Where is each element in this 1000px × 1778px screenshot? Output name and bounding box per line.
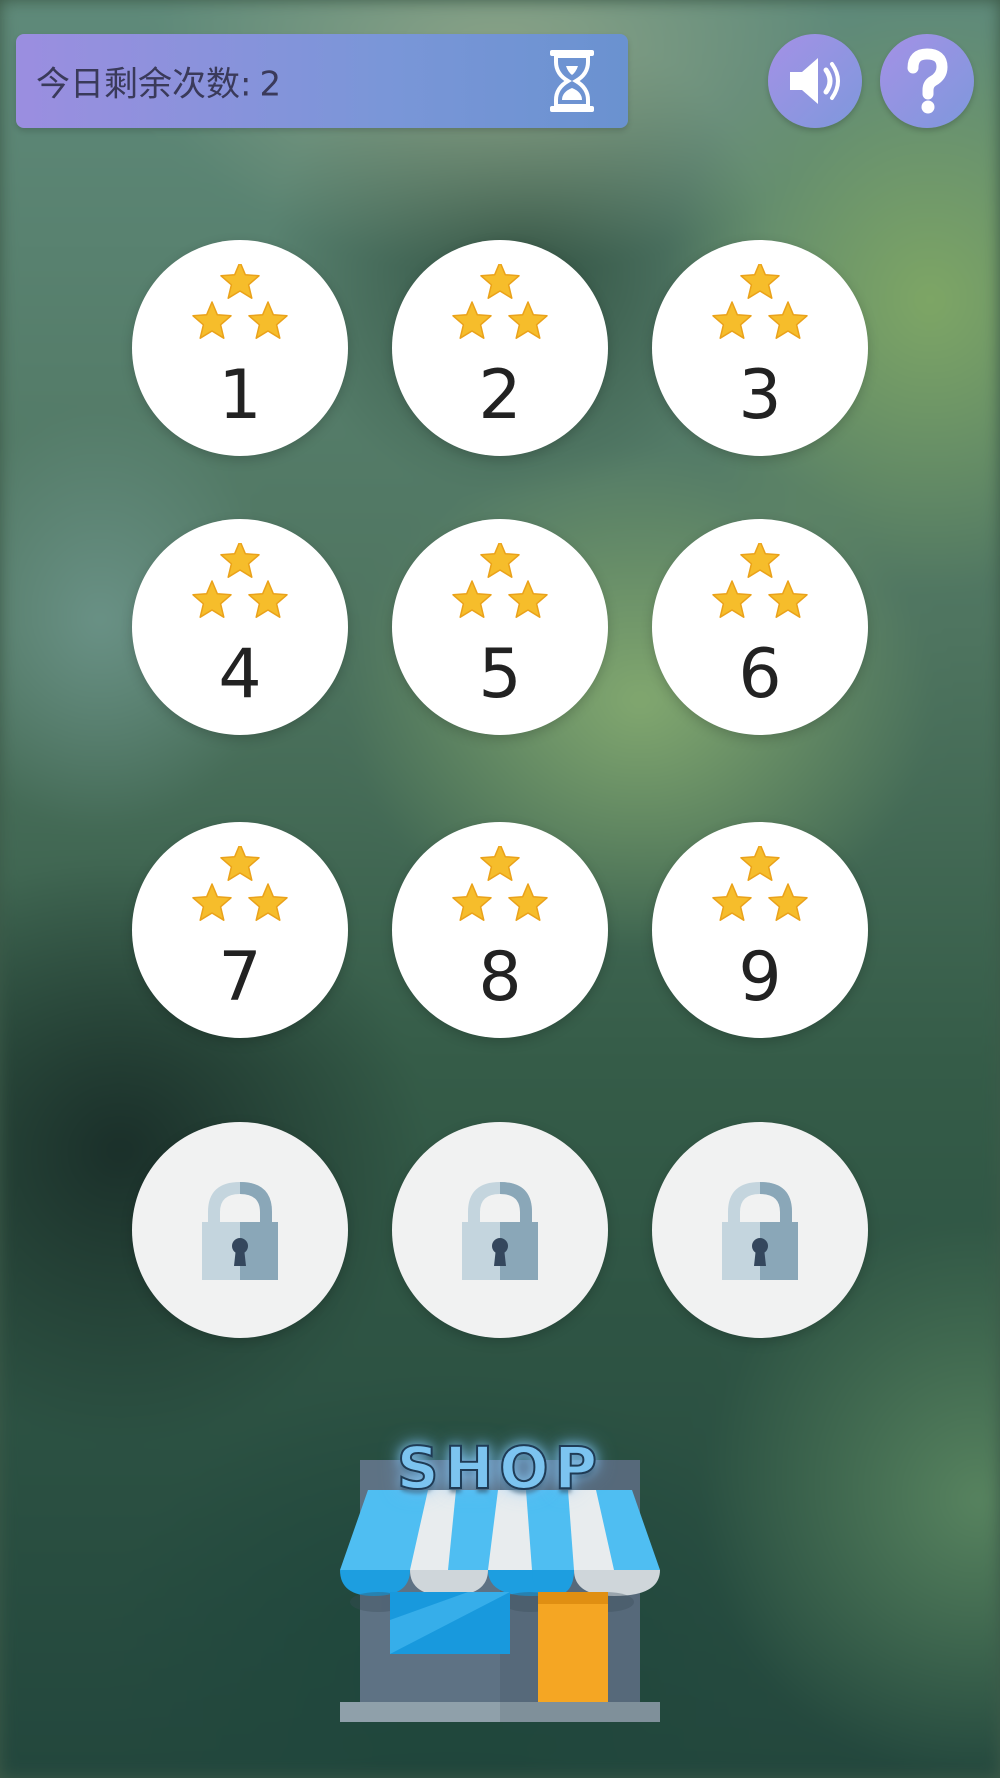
level-button-7[interactable]: 7 xyxy=(132,822,348,1038)
level-button-3[interactable]: 3 xyxy=(652,240,868,456)
sound-toggle-button[interactable] xyxy=(768,34,862,128)
level-button-9[interactable]: 9 xyxy=(652,822,868,1038)
star-icon xyxy=(712,580,752,618)
hourglass-icon xyxy=(550,50,594,112)
three-stars-rating xyxy=(192,543,288,618)
padlock-icon xyxy=(202,1182,278,1280)
three-stars-rating xyxy=(192,264,288,339)
three-stars-rating xyxy=(712,846,808,921)
padlock-icon xyxy=(462,1182,538,1280)
shop-sign-text: SHOP xyxy=(396,1433,604,1503)
level-button-1[interactable]: 1 xyxy=(132,240,348,456)
star-icon xyxy=(480,846,520,881)
three-stars-rating xyxy=(192,846,288,921)
star-icon xyxy=(192,301,232,339)
star-icon xyxy=(452,883,492,921)
star-icon xyxy=(220,543,260,578)
remaining-attempts-label: 今日剩余次数: xyxy=(36,64,252,105)
star-icon xyxy=(740,264,780,299)
locked-level-button[interactable] xyxy=(652,1122,868,1338)
level-number: 3 xyxy=(738,356,782,435)
three-stars-rating xyxy=(452,264,548,339)
level-button-8[interactable]: 8 xyxy=(392,822,608,1038)
star-icon xyxy=(248,580,288,618)
level-button-4[interactable]: 4 xyxy=(132,519,348,735)
star-icon xyxy=(508,580,548,618)
star-icon xyxy=(768,580,808,618)
level-number: 4 xyxy=(218,635,262,714)
star-icon xyxy=(248,301,288,339)
star-icon xyxy=(480,543,520,578)
remaining-attempts-count: 2 xyxy=(259,64,282,105)
star-icon xyxy=(712,883,752,921)
level-number: 2 xyxy=(478,356,522,435)
star-icon xyxy=(740,543,780,578)
help-button[interactable] xyxy=(880,34,974,128)
star-icon xyxy=(220,264,260,299)
level-button-6[interactable]: 6 xyxy=(652,519,868,735)
locked-level-button[interactable] xyxy=(132,1122,348,1338)
star-icon xyxy=(768,883,808,921)
level-number: 5 xyxy=(478,635,522,714)
star-icon xyxy=(220,846,260,881)
star-icon xyxy=(452,301,492,339)
star-icon xyxy=(508,883,548,921)
star-icon xyxy=(508,301,548,339)
star-icon xyxy=(712,301,752,339)
star-icon xyxy=(768,301,808,339)
star-icon xyxy=(480,264,520,299)
star-icon xyxy=(740,846,780,881)
level-number: 8 xyxy=(478,938,522,1017)
star-icon xyxy=(192,883,232,921)
question-mark-icon xyxy=(907,48,948,114)
locked-level-button[interactable] xyxy=(392,1122,608,1338)
level-number: 7 xyxy=(218,938,262,1017)
three-stars-rating xyxy=(712,264,808,339)
shop-button[interactable]: SHOP xyxy=(338,1430,662,1726)
remaining-attempts-text: 今日剩余次数: 2 xyxy=(36,57,281,106)
remaining-attempts-bar: 今日剩余次数: 2 xyxy=(16,34,628,128)
level-button-5[interactable]: 5 xyxy=(392,519,608,735)
level-number: 6 xyxy=(738,635,782,714)
star-icon xyxy=(192,580,232,618)
level-number: 1 xyxy=(218,356,262,435)
three-stars-rating xyxy=(452,543,548,618)
star-icon xyxy=(452,580,492,618)
speaker-icon xyxy=(790,58,840,104)
three-stars-rating xyxy=(452,846,548,921)
level-button-2[interactable]: 2 xyxy=(392,240,608,456)
level-number: 9 xyxy=(738,938,782,1017)
three-stars-rating xyxy=(712,543,808,618)
star-icon xyxy=(248,883,288,921)
padlock-icon xyxy=(722,1182,798,1280)
